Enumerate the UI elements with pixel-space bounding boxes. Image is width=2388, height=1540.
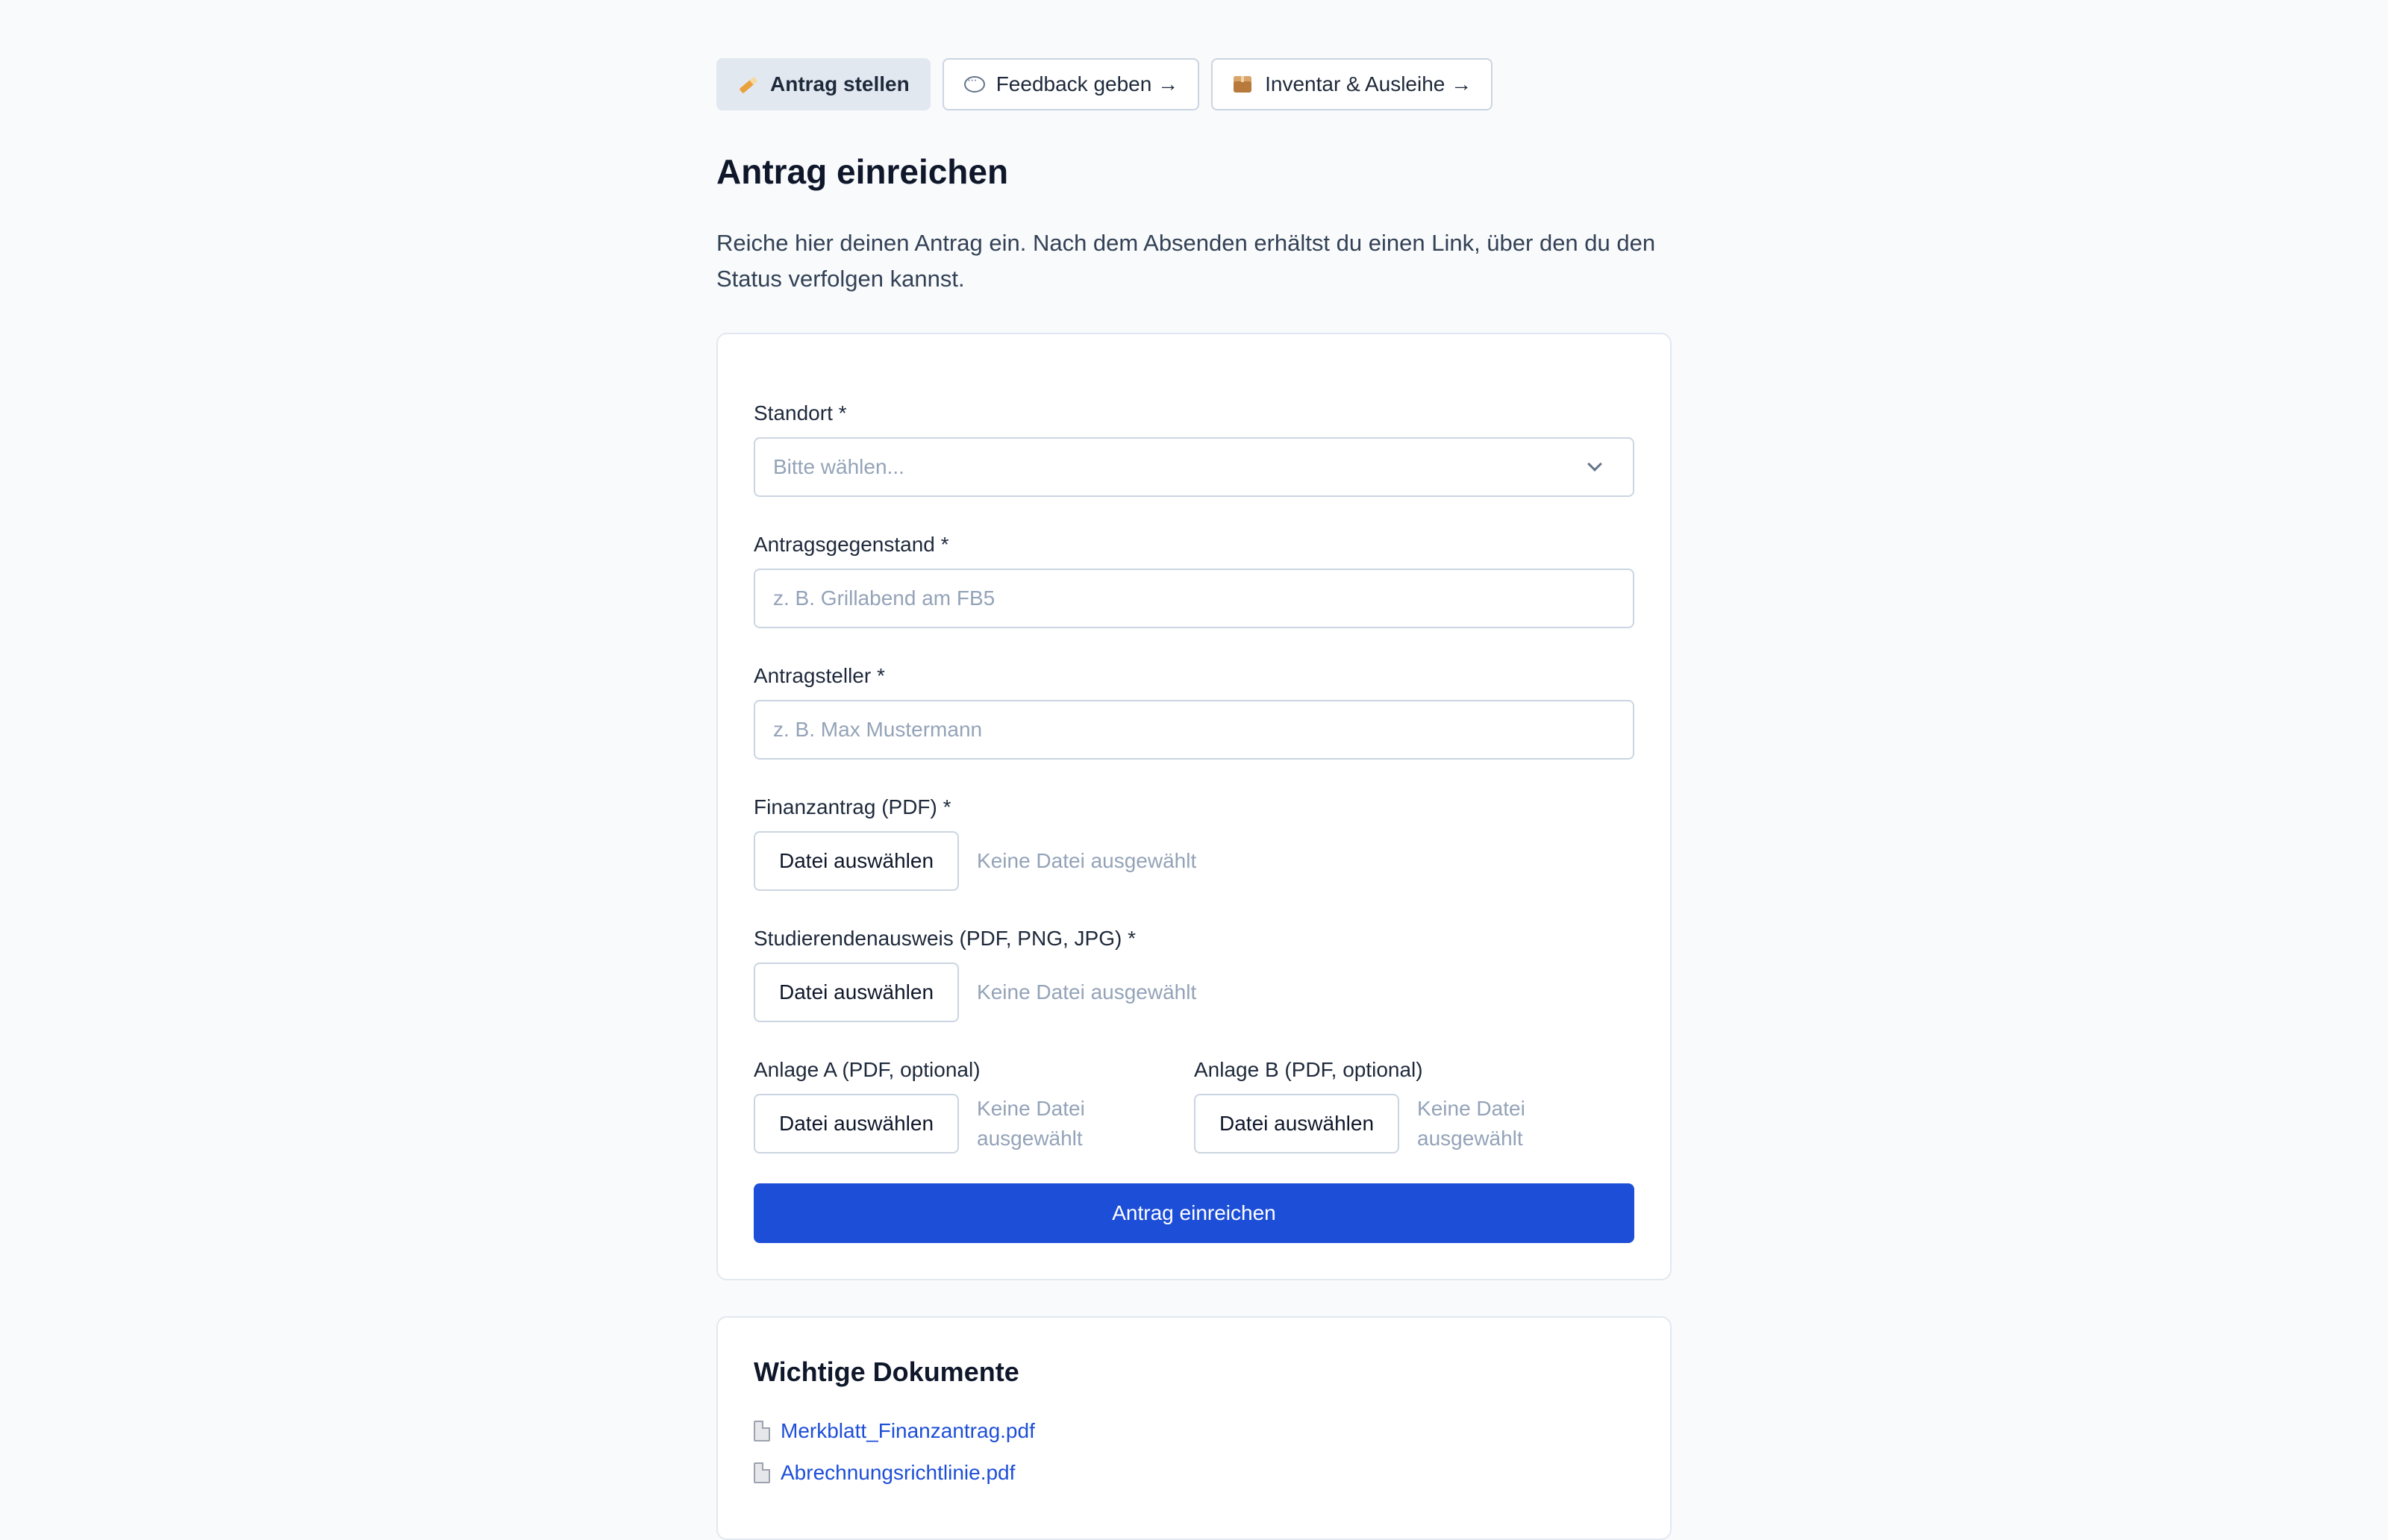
ausweis-label: Studierendenausweis (PDF, PNG, JPG) * [754,927,1136,951]
anlage-a-field: Anlage A (PDF, optional) Datei auswählen… [754,1057,1194,1154]
page-title: Antrag einreichen [716,152,1009,191]
gegenstand-label: Antragsgegenstand * [754,533,949,557]
antragsteller-label: Antragsteller * [754,664,885,688]
submit-button[interactable]: Antrag einreichen [754,1183,1634,1244]
finanzantrag-file-row: Datei auswählen Keine Datei ausgewählt [754,831,1634,892]
nav-antrag-stellen[interactable]: Antrag stellen [716,58,931,110]
antragsteller-field: Antragsteller * [754,663,1634,760]
gegenstand-field: Antragsgegenstand * [754,531,1634,629]
document-icon [754,1462,770,1484]
ausweis-field: Studierendenausweis (PDF, PNG, JPG) * Da… [754,925,1634,1023]
anlage-b-file-status: Keine Datei ausgewählt [1417,1097,1525,1151]
package-icon [1232,74,1253,95]
anlage-b-label: Anlage B (PDF, optional) [1194,1058,1423,1082]
nav-inventar-ausleihe[interactable]: Inventar & Ausleihe → [1211,58,1493,110]
antragsteller-input[interactable] [754,700,1634,760]
chevron-down-icon [1587,457,1602,472]
standort-label: Standort * [754,401,847,425]
ausweis-file-status: Keine Datei ausgewählt [977,980,1197,1004]
document-icon [754,1421,770,1442]
ausweis-file-button[interactable]: Datei auswählen [754,962,960,1023]
finanzantrag-file-status: Keine Datei ausgewählt [977,849,1197,873]
standort-select[interactable]: Bitte wählen... [754,437,1634,498]
anlage-a-label: Anlage A (PDF, optional) [754,1058,981,1082]
document-link-merkblatt[interactable]: Merkblatt_Finanzantrag.pdf [781,1419,1035,1443]
top-navigation: Antrag stellen Feedback geben → Inventar… [716,58,1672,110]
important-documents: Wichtige Dokumente Merkblatt_Finanzantra… [716,1316,1672,1540]
page-intro: Reiche hier deinen Antrag ein. Nach dem … [716,230,1656,292]
documents-title: Wichtige Dokumente [754,1356,1019,1388]
speech-bubble-icon [963,74,985,95]
standort-field: Standort * Bitte wählen... [754,400,1634,498]
application-form: Standort * Bitte wählen... Antragsgegens… [716,333,1672,1281]
standort-select-value: Bitte wählen... [773,455,904,479]
ausweis-file-row: Datei auswählen Keine Datei ausgewählt [754,962,1634,1023]
nav-label: Inventar & Ausleihe → [1265,72,1472,96]
page-container: Antrag stellen Feedback geben → Inventar… [716,58,1672,1540]
anlage-a-file-button[interactable]: Datei auswählen [754,1094,960,1154]
anlagen-row: Anlage A (PDF, optional) Datei auswählen… [754,1057,1634,1154]
anlage-b-field: Anlage B (PDF, optional) Datei auswählen… [1194,1057,1634,1154]
nav-feedback-geben[interactable]: Feedback geben → [942,58,1200,110]
finanzantrag-field: Finanzantrag (PDF) * Datei auswählen Kei… [754,794,1634,892]
pencil-icon [737,74,758,95]
anlage-a-file-status: Keine Datei ausgewählt [977,1097,1085,1151]
gegenstand-input[interactable] [754,569,1634,629]
anlage-b-file-row: Datei auswählen Keine Datei ausgewählt [1194,1094,1634,1154]
list-item: Merkblatt_Finanzantrag.pdf [754,1410,1634,1452]
nav-label: Antrag stellen [770,72,910,96]
list-item: Abrechnungsrichtlinie.pdf [754,1452,1634,1494]
anlage-b-file-button[interactable]: Datei auswählen [1194,1094,1400,1154]
nav-label: Feedback geben → [995,72,1179,96]
document-link-abrechnung[interactable]: Abrechnungsrichtlinie.pdf [781,1461,1015,1485]
finanzantrag-label: Finanzantrag (PDF) * [754,795,951,819]
finanzantrag-file-button[interactable]: Datei auswählen [754,831,960,892]
anlage-a-file-row: Datei auswählen Keine Datei ausgewählt [754,1094,1194,1154]
